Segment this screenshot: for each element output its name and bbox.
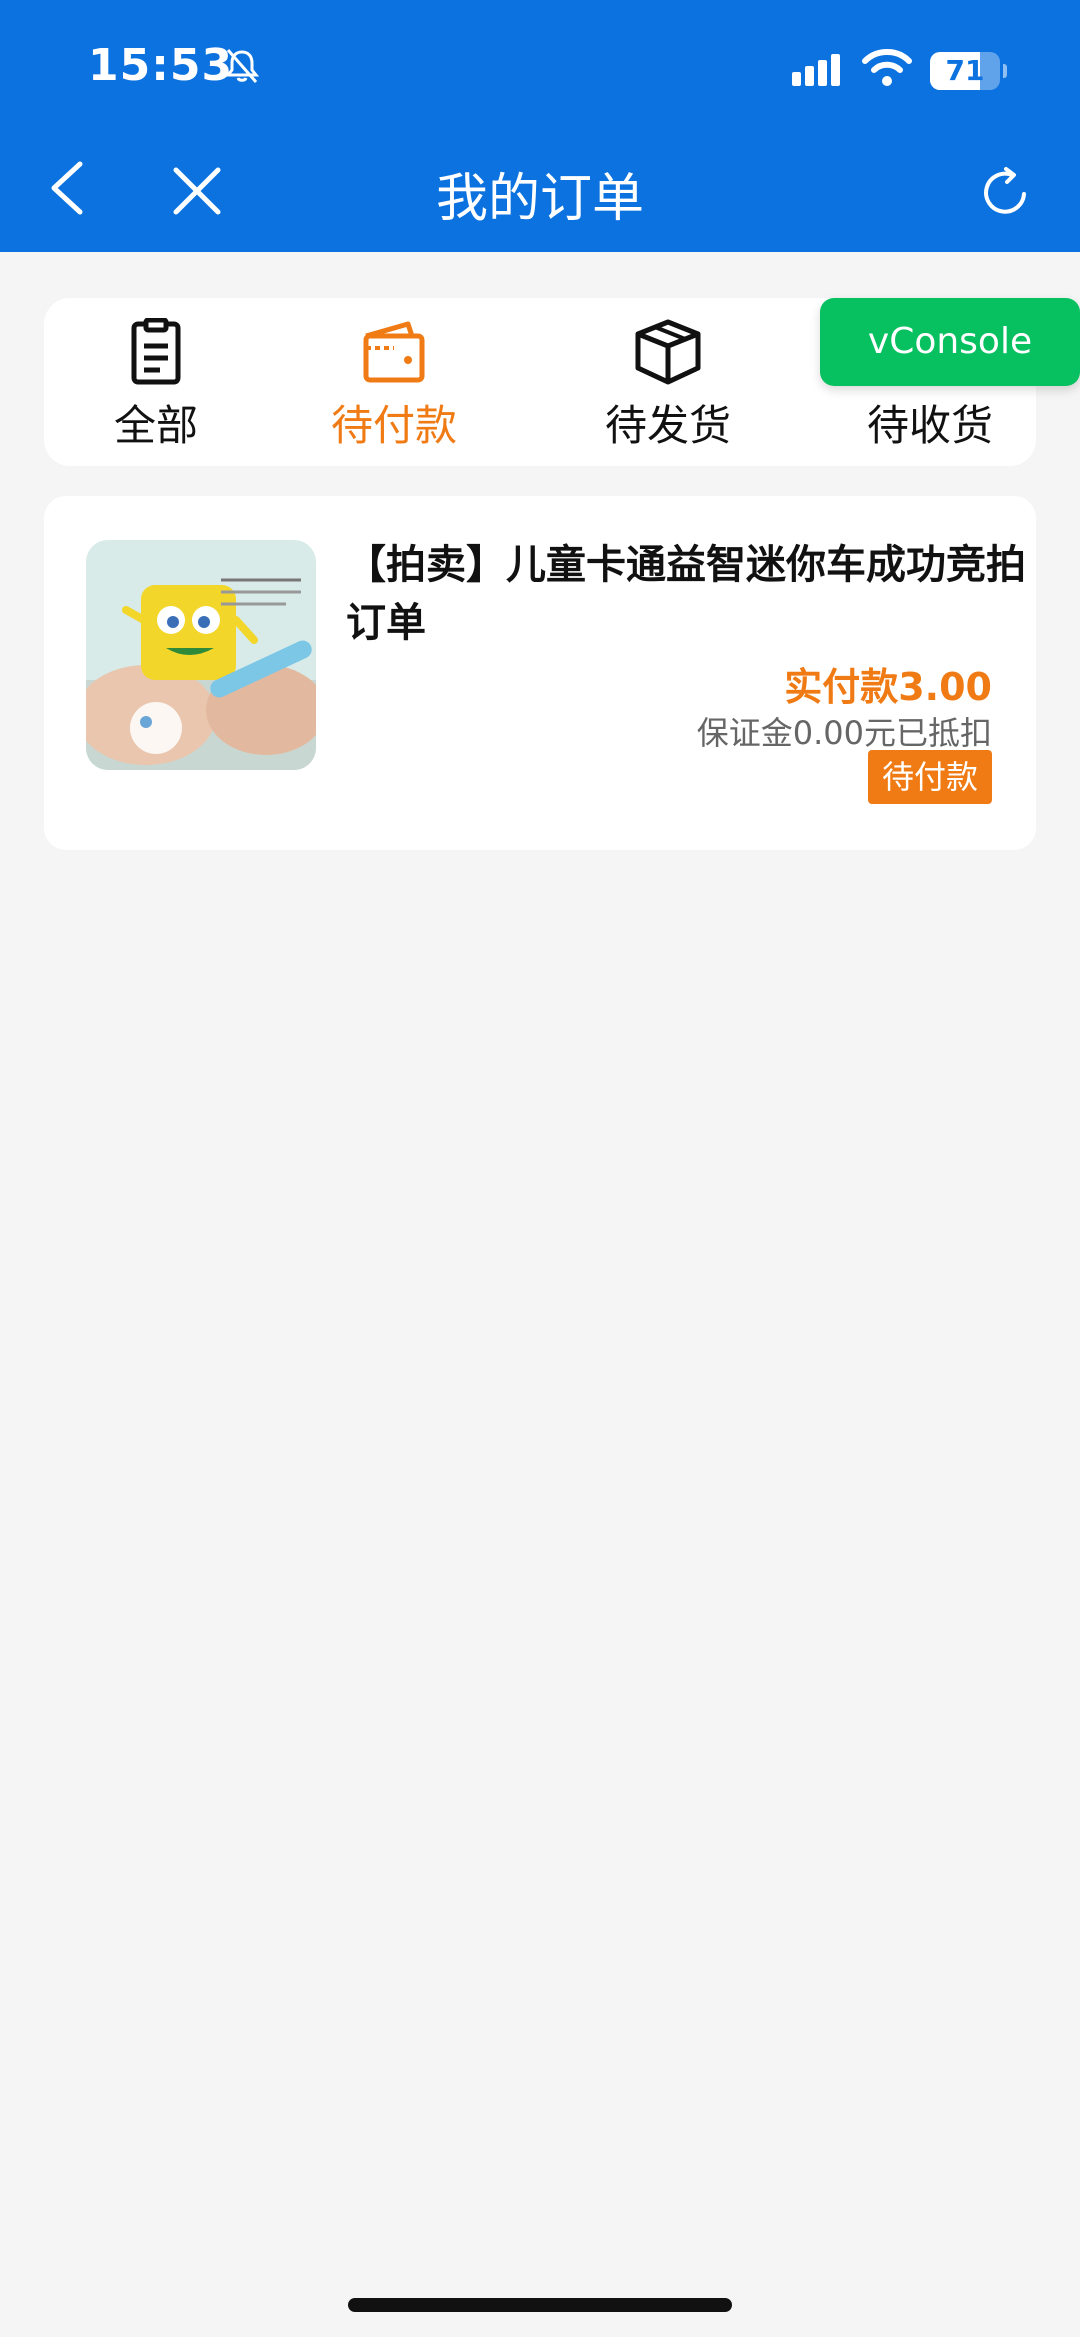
tab-label: 待收货 (866, 401, 993, 450)
order-status-button[interactable]: 待付款 (867, 750, 992, 804)
page-title: 我的订单 (435, 169, 644, 229)
tab-all[interactable]: 全部 (46, 318, 266, 458)
vconsole-button[interactable]: vConsole (820, 298, 1080, 386)
tab-label: 全部 (113, 401, 198, 450)
home-indicator (348, 2298, 732, 2312)
wifi-icon (862, 49, 912, 86)
tab-label: 待发货 (604, 401, 731, 450)
bell-muted-icon (224, 49, 260, 83)
back-icon[interactable] (44, 158, 90, 218)
tab-pending-shipment[interactable]: 待发货 (558, 318, 778, 458)
refresh-icon[interactable] (978, 164, 1034, 220)
tab-label: 待付款 (330, 401, 457, 450)
signal-icon (792, 54, 840, 86)
battery-level: 71 (945, 54, 985, 87)
clipboard-icon (131, 318, 181, 385)
product-thumbnail (86, 540, 316, 770)
status-time: 15:53 (88, 40, 234, 91)
order-price: 实付款3.00 (784, 665, 992, 709)
wallet-icon (363, 321, 425, 383)
product-image (86, 540, 316, 770)
order-title: 【拍卖】儿童卡通益智迷你车成功竞拍订单 (346, 542, 1026, 646)
package-icon (635, 319, 701, 385)
tab-pending-payment[interactable]: 待付款 (284, 318, 504, 458)
battery-icon: 71 (930, 52, 1007, 90)
order-deposit: 保证金0.00元已抵扣 (696, 714, 992, 752)
order-card[interactable]: 【拍卖】儿童卡通益智迷你车成功竞拍订单 实付款3.00 保证金0.00元已抵扣 … (44, 496, 1036, 850)
close-icon[interactable] (170, 164, 224, 218)
app-header: 15:53 71 我的订单 (0, 0, 1080, 252)
